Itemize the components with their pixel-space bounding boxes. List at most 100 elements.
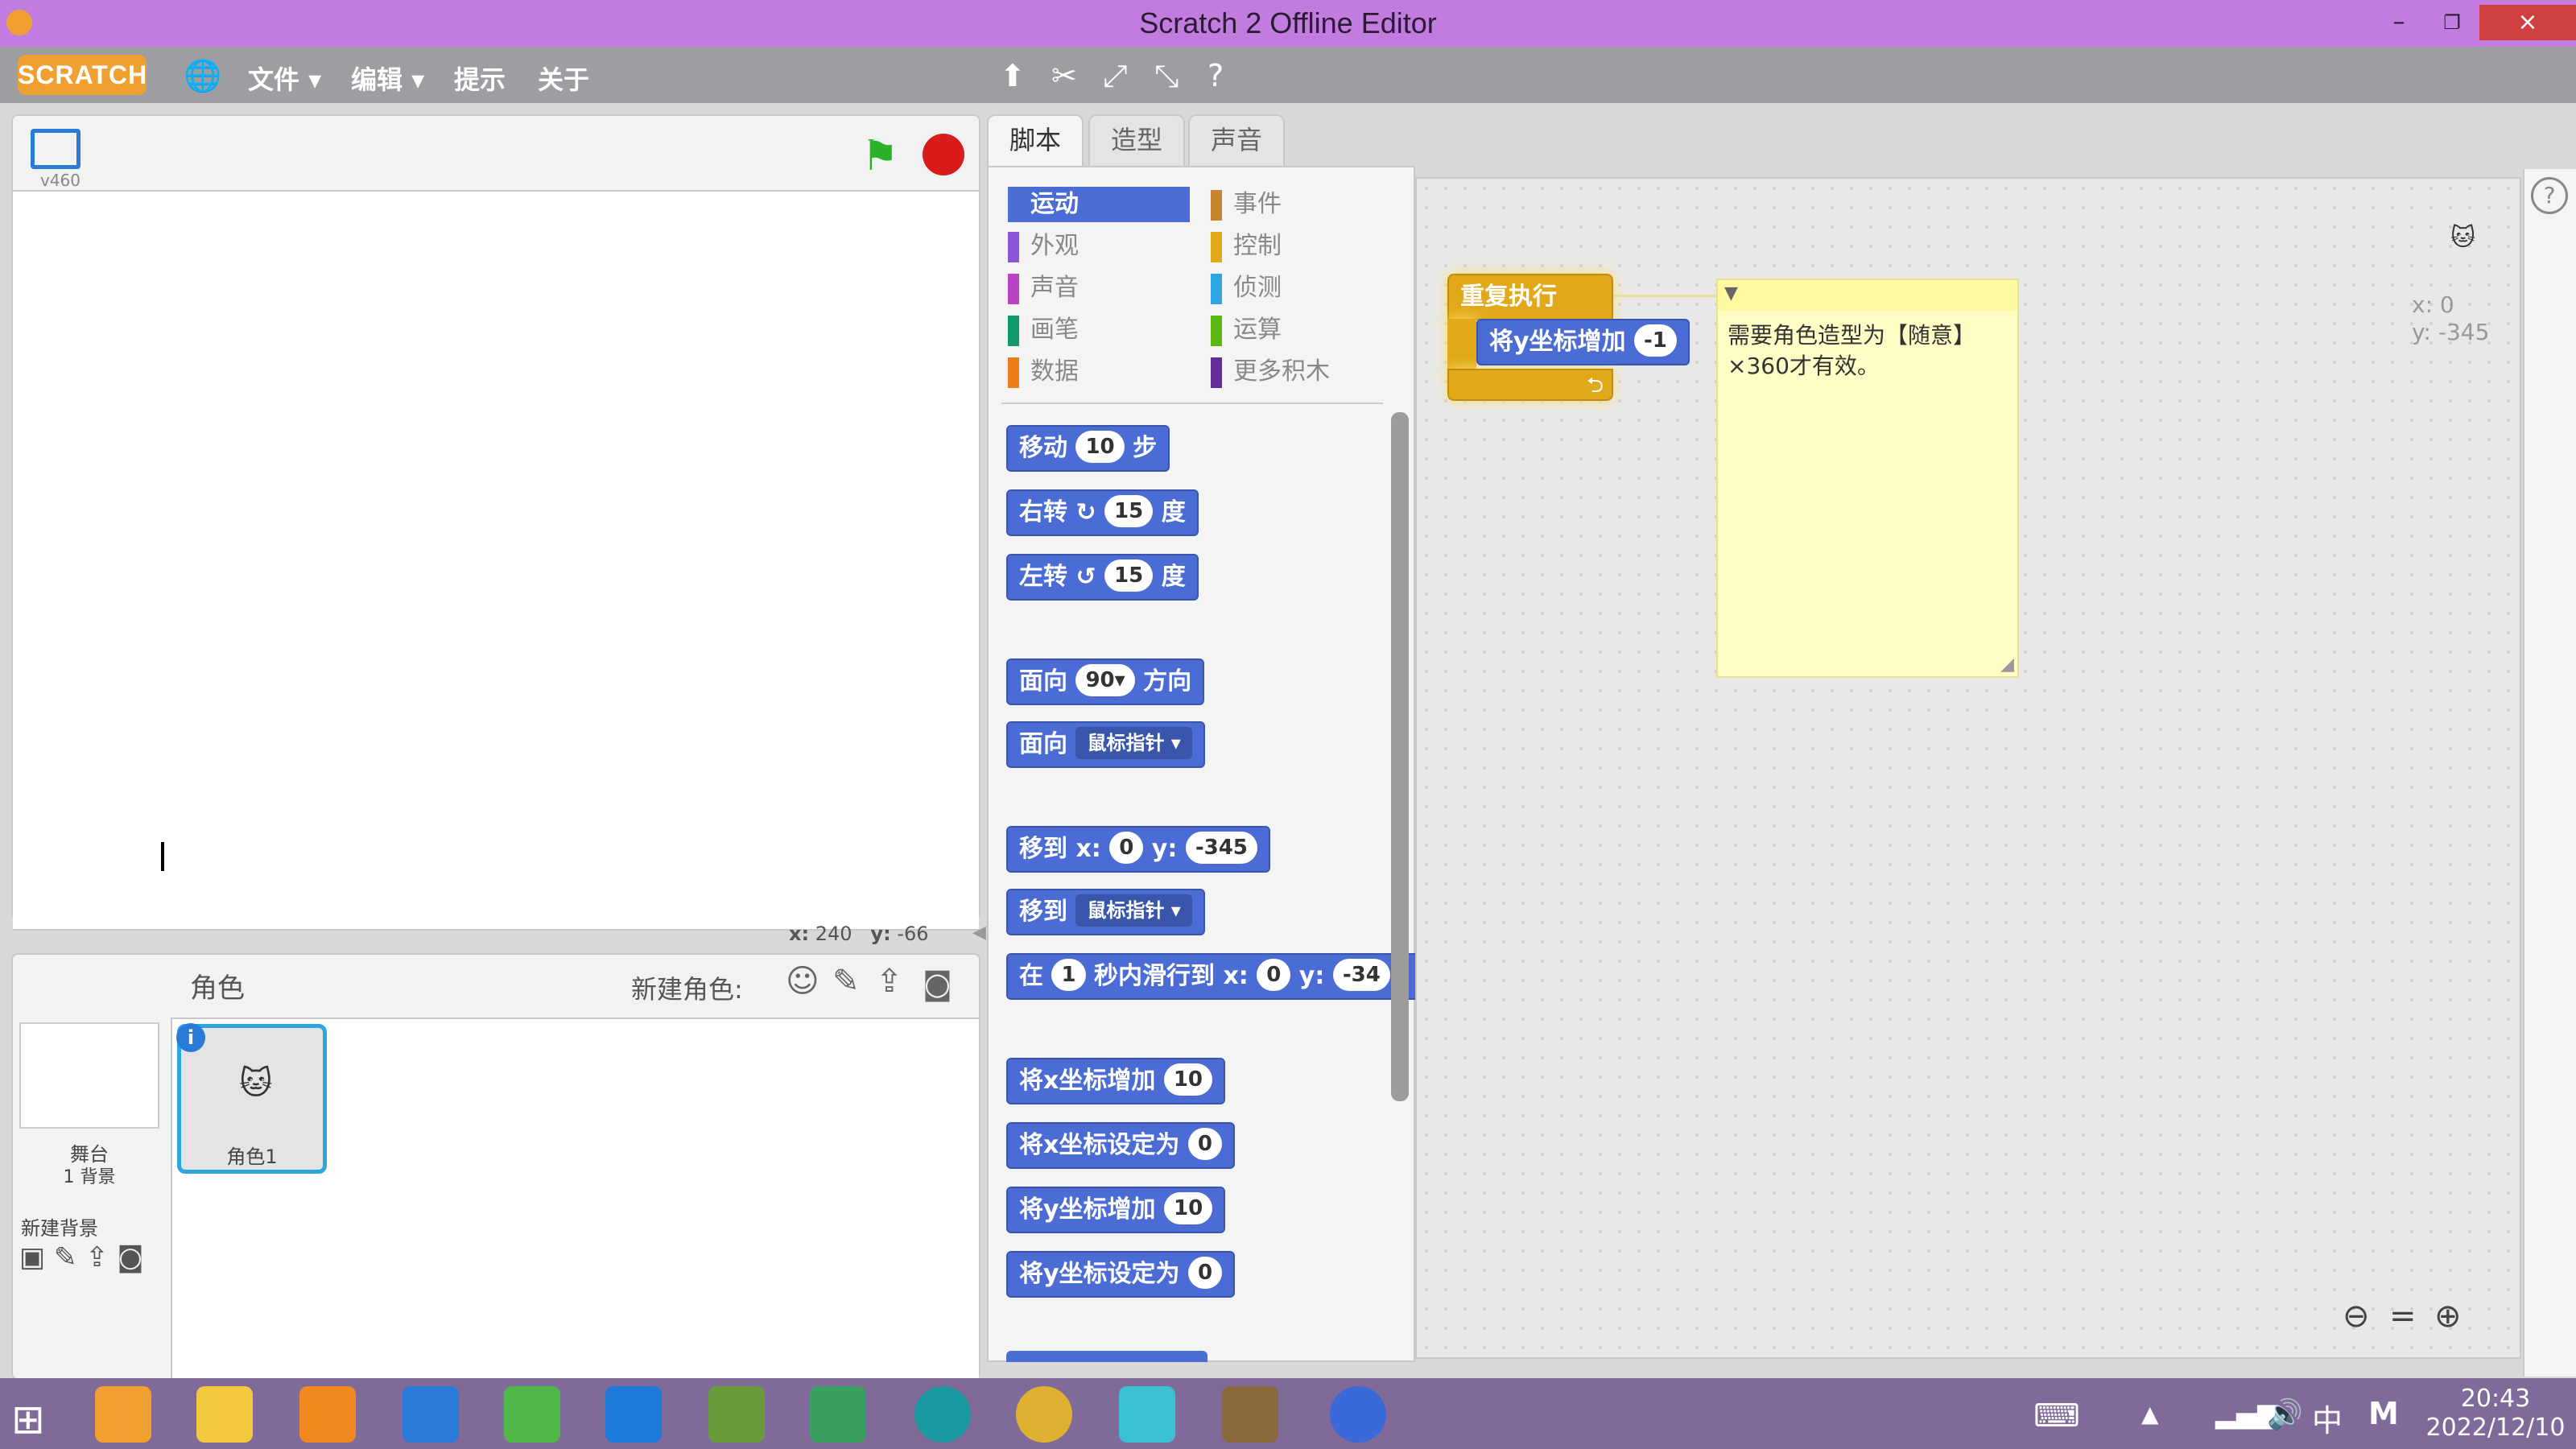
robot-icon[interactable]	[1222, 1386, 1278, 1443]
mouse-y-label: y:	[870, 923, 891, 945]
backdrop-tools-icon[interactable]: ▣ ✎ ⇪ ◙	[19, 1241, 144, 1274]
fullscreen-icon[interactable]	[31, 129, 80, 169]
duplicate-icon[interactable]: ⬆	[1000, 58, 1026, 93]
block-glide[interactable]: 在 1 秒内滑行到 x: 0 y: -34	[1006, 953, 1417, 1000]
category-pen[interactable]: 画笔	[1008, 312, 1190, 348]
category-data[interactable]: 数据	[1008, 354, 1190, 390]
block-point-towards[interactable]: 面向 鼠标指针 ▾	[1006, 721, 1205, 768]
scratch-logo[interactable]: SCRATCH	[18, 55, 147, 95]
comment-connector	[1613, 295, 1716, 297]
help-icon[interactable]: ?	[1208, 58, 1224, 93]
block-turn-right[interactable]: 右转 ↻ 15 度	[1006, 489, 1199, 536]
zoom-out-icon[interactable]: ⊖	[2343, 1298, 2370, 1335]
file-explorer-icon[interactable]	[196, 1386, 253, 1443]
block-change-x[interactable]: 将x坐标增加 10	[1006, 1058, 1225, 1104]
sprites-title: 角色	[190, 972, 245, 1005]
restore-button[interactable]: ❐	[2428, 5, 2476, 40]
upload-sprite-icon[interactable]: ⇪	[876, 963, 903, 1000]
collapse-stage-icon[interactable]: ◀	[972, 923, 986, 943]
cat-sprite-icon: 🐱	[239, 1065, 273, 1102]
wps-icon[interactable]	[402, 1386, 459, 1443]
block-goto[interactable]: 移到 鼠标指针 ▾	[1006, 889, 1205, 935]
stage-thumbnail[interactable]	[19, 1022, 159, 1129]
green-flag-icon[interactable]: ⚑	[861, 132, 899, 180]
ime-indicator[interactable]: 中	[2312, 1396, 2343, 1440]
mouse-x-label: x:	[789, 923, 810, 945]
palette-scrollbar[interactable]	[1391, 412, 1409, 1101]
clock-time[interactable]: 20:43	[2423, 1385, 2568, 1413]
mouse-x-value: 240	[815, 923, 852, 945]
sprite-panel: 角色 新建角色: ☺ ✎ ⇪ ◙ 舞台 1 背景 新建背景 ▣ ✎ ⇪ ◙ i …	[11, 953, 980, 1380]
category-sound[interactable]: 声音	[1008, 270, 1190, 306]
menu-file[interactable]: 文件 ▾	[248, 60, 321, 97]
category-looks[interactable]: 外观	[1008, 229, 1190, 264]
volume-icon[interactable]: 🔊	[2267, 1397, 2303, 1431]
block-set-x[interactable]: 将x坐标设定为 0	[1006, 1122, 1235, 1169]
block-change-y[interactable]: 将y坐标增加 10	[1006, 1187, 1226, 1233]
version-label: v460	[40, 171, 81, 190]
forever-block[interactable]: 重复执行 ⮌ 将y坐标增加 -1	[1447, 274, 1690, 402]
info-icon[interactable]: i	[176, 1023, 205, 1052]
clock-date[interactable]: 2022/12/10	[2423, 1414, 2568, 1442]
menu-tips[interactable]: 提示	[454, 60, 506, 97]
globe-icon[interactable]: 🌐	[184, 58, 221, 94]
menu-edit[interactable]: 编辑 ▾	[351, 60, 424, 97]
comment-header[interactable]: ▼	[1718, 280, 2017, 311]
ime-mode[interactable]: M	[2368, 1396, 2399, 1431]
block-move-steps[interactable]: 移动 10 步	[1006, 425, 1170, 472]
block-set-y[interactable]: 将y坐标设定为 0	[1006, 1251, 1236, 1298]
keyboard-icon[interactable]: ⌨	[2033, 1397, 2080, 1435]
category-events[interactable]: 事件	[1211, 187, 1393, 222]
stop-icon[interactable]	[923, 134, 964, 175]
category-more-blocks[interactable]: 更多积木	[1211, 354, 1393, 390]
category-motion[interactable]: 运动	[1008, 187, 1190, 222]
grow-icon[interactable]: ⤢	[1103, 58, 1127, 94]
paint-sprite-icon[interactable]: ✎	[832, 963, 860, 1000]
shrink-icon[interactable]: ⤡	[1154, 58, 1179, 94]
scratch-taskbar-icon[interactable]	[95, 1386, 151, 1443]
tab-scripts[interactable]: 脚本	[987, 114, 1084, 171]
arduino-icon[interactable]	[914, 1386, 971, 1443]
stage-panel: v460 ⚑ x: 240 y: -66	[11, 114, 980, 945]
block-change-y-script[interactable]: 将y坐标增加 -1	[1476, 319, 1690, 365]
comment-collapse-icon[interactable]: ▼	[1724, 283, 1738, 303]
category-operators[interactable]: 运算	[1211, 312, 1393, 348]
menu-about[interactable]: 关于	[538, 60, 589, 97]
clover-icon[interactable]	[504, 1386, 560, 1443]
tab-costumes[interactable]: 造型	[1088, 114, 1185, 167]
question-icon[interactable]: ?	[2531, 177, 2568, 214]
mouse-y-value: -66	[897, 923, 929, 945]
new-backdrop-label: 新建背景	[21, 1217, 98, 1240]
chrome-icon[interactable]	[1016, 1386, 1072, 1443]
block-goto-xy[interactable]: 移到 x: 0 y: -345	[1006, 826, 1270, 873]
resize-grip-icon[interactable]: ◢	[2000, 654, 2014, 675]
zoom-in-icon[interactable]: ⊕	[2434, 1298, 2462, 1335]
block-turn-left[interactable]: 左转 ↺ 15 度	[1006, 554, 1199, 601]
camera-sprite-icon[interactable]: ◙	[923, 966, 952, 1001]
sprite-library-icon[interactable]: ☺	[786, 963, 819, 1000]
title-bar: Scratch 2 Offline Editor – ❐ ×	[0, 0, 2576, 47]
window-title: Scratch 2 Offline Editor	[1139, 6, 1437, 39]
comment-text[interactable]: 需要角色造型为【随意】×360才有效。	[1728, 320, 2009, 382]
tray-chevron-icon[interactable]: ▲	[2141, 1401, 2159, 1427]
windows-start-icon[interactable]: ⊞	[11, 1396, 45, 1443]
close-button[interactable]: ×	[2479, 5, 2576, 40]
minimize-button[interactable]: –	[2375, 5, 2423, 40]
category-sensing[interactable]: 侦测	[1211, 270, 1393, 306]
category-control[interactable]: 控制	[1211, 229, 1393, 264]
script-comment[interactable]: ▼ 需要角色造型为【随意】×360才有效。 ◢	[1716, 279, 2019, 678]
game-taskbar-icon[interactable]	[810, 1386, 866, 1443]
block-point-direction[interactable]: 面向 90▾ 方向	[1006, 658, 1205, 705]
sprite-tile[interactable]: i 🐱 角色1	[176, 1023, 327, 1174]
stage-canvas[interactable]	[13, 190, 979, 931]
stage-cursor	[161, 842, 164, 871]
minecraft-icon[interactable]	[708, 1386, 765, 1443]
settings-taskbar-icon[interactable]	[299, 1386, 356, 1443]
flash-icon[interactable]	[1330, 1386, 1386, 1443]
delete-icon[interactable]: ✂	[1051, 58, 1077, 93]
player-icon[interactable]	[1119, 1386, 1175, 1443]
zoom-reset-icon[interactable]: =	[2389, 1298, 2417, 1335]
vscode-icon[interactable]	[605, 1386, 662, 1443]
tab-sounds[interactable]: 声音	[1188, 114, 1285, 167]
block-partial[interactable]	[1006, 1351, 1208, 1362]
